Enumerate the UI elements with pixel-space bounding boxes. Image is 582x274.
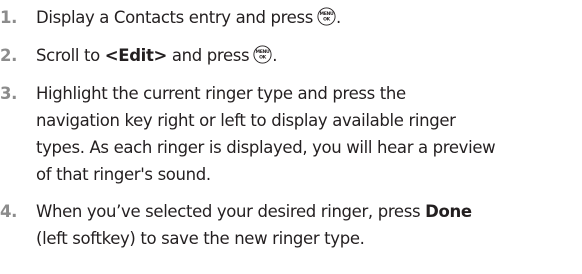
menu-ok-key-icon: MENU OK (253, 45, 272, 64)
edit-option-label: <Edit> (104, 46, 168, 65)
step-3: 3. Highlight the current ringer type and… (0, 80, 582, 188)
step-text: When you’ve selected your desired ringer… (36, 202, 426, 221)
step-text: Scroll to (36, 46, 105, 65)
step-line: Scroll to <Edit> and press MENU OK. (36, 42, 576, 69)
menu-key-top-label: MENU (320, 11, 335, 17)
step-4: 4. When you’ve selected your desired rin… (0, 198, 582, 252)
step-line: (left softkey) to save the new ringer ty… (36, 229, 365, 248)
step-line: When you’ve selected your desired ringer… (36, 198, 576, 225)
done-softkey-label: Done (425, 202, 472, 221)
step-number: 1. (0, 8, 18, 27)
step-text: Display a Contacts entry and press (36, 8, 313, 27)
step-body: Display a Contacts entry and press MENU OK… (36, 4, 576, 31)
step-punctuation: . (335, 8, 341, 27)
step-punctuation: . (272, 46, 278, 65)
step-line: types. As each ringer is displayed, you … (36, 138, 496, 157)
step-number: 2. (0, 46, 18, 65)
step-body: Highlight the current ringer type and pr… (36, 80, 576, 188)
step-body: When you’ve selected your desired ringer… (36, 198, 576, 252)
step-text: and press (166, 46, 250, 65)
menu-key-bottom-label: OK (259, 54, 267, 60)
step-line: Display a Contacts entry and press MENU OK… (36, 4, 576, 31)
step-line: navigation key right or left to display … (36, 111, 456, 130)
step-1: 1. Display a Contacts entry and press MEN… (0, 4, 582, 31)
menu-key-top-label: MENU (256, 49, 271, 55)
step-line: of that ringer's sound. (36, 165, 211, 184)
menu-ok-key-icon: MENU OK (317, 7, 336, 26)
step-body: Scroll to <Edit> and press MENU OK. (36, 42, 576, 69)
menu-key-bottom-label: OK (323, 16, 331, 22)
step-line: Highlight the current ringer type and pr… (36, 84, 406, 103)
step-number: 4. (0, 202, 18, 221)
step-2: 2. Scroll to <Edit> and press MENU OK. (0, 42, 582, 69)
step-number: 3. (0, 84, 18, 103)
